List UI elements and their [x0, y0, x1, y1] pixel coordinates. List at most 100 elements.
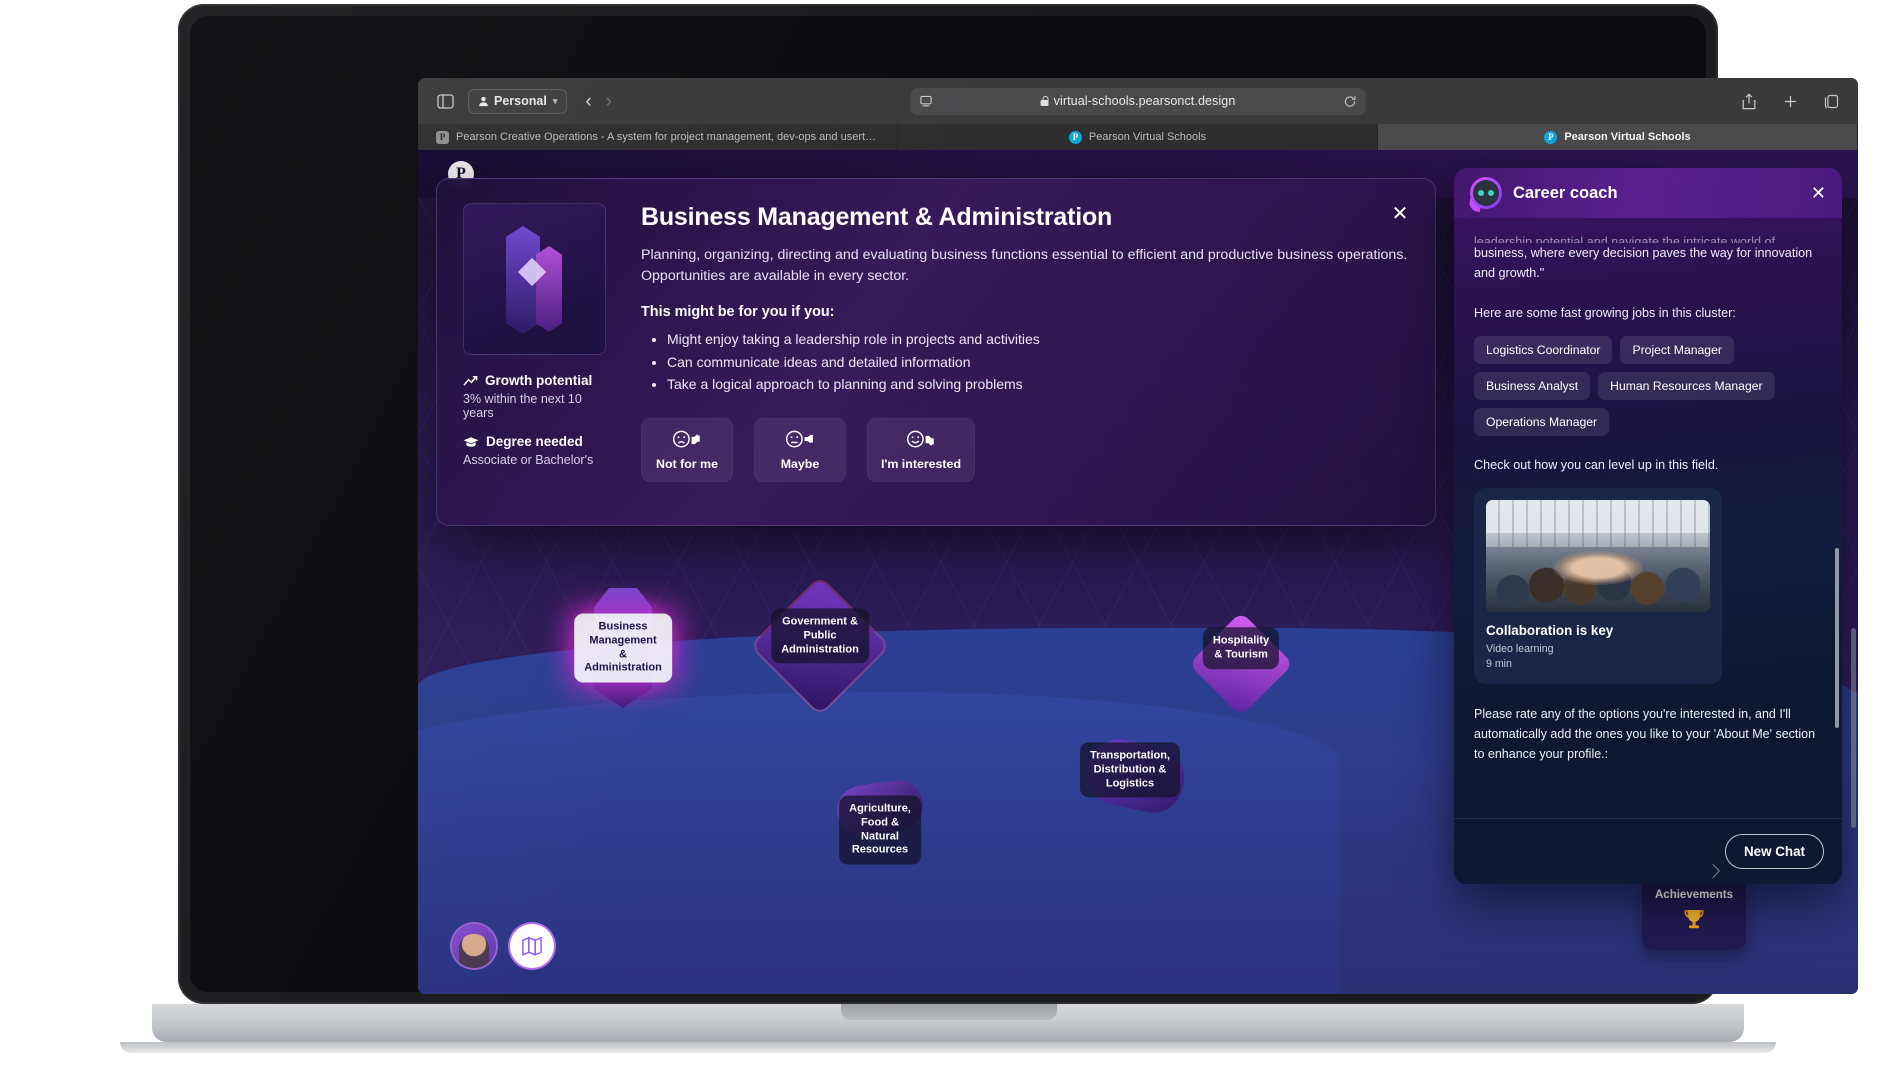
browser-toolbar: Personal ▾ ‹ › virtual-schools.pearsonct…	[418, 78, 1858, 124]
cluster-description: Planning, organizing, directing and eval…	[641, 247, 1408, 285]
meta-growth-potential: Growth potential 3% within the next 10 y…	[463, 373, 615, 420]
lock-icon	[1040, 96, 1049, 106]
modal-left-column: Growth potential 3% within the next 10 y…	[463, 203, 615, 501]
job-chip[interactable]: Project Manager	[1620, 336, 1734, 365]
rate-not-for-me-button[interactable]: Not for me	[641, 418, 733, 483]
profile-switcher-button[interactable]: Personal ▾	[468, 88, 568, 114]
url-text-wrap: virtual-schools.pearsonct.design	[911, 94, 1366, 108]
tab-title: Pearson Virtual Schools	[1088, 131, 1207, 143]
cluster-thumbnail	[463, 203, 606, 355]
coach-title: Career coach	[1513, 183, 1618, 202]
coach-message-clipped: leadership potential and navigate the in…	[1474, 235, 1776, 243]
rate-maybe-button[interactable]: Maybe	[754, 418, 846, 483]
laptop-screen: Personal ▾ ‹ › virtual-schools.pearsonct…	[190, 16, 1858, 994]
list-item: Take a logical approach to planning and …	[667, 373, 1409, 396]
map-button[interactable]	[510, 924, 554, 968]
map-icon	[522, 936, 542, 956]
video-type: Video learning	[1486, 642, 1554, 655]
tab-title: Pearson Virtual Schools	[1564, 131, 1691, 143]
rate-label: Maybe	[780, 457, 820, 472]
meta-value: 3% within the next 10 years	[463, 392, 582, 420]
laptop-base-notch	[840, 1004, 1057, 1020]
map-node-label-wrap[interactable]: Transportation, Distribution & Logistics	[1079, 742, 1181, 798]
avatar-face	[1473, 180, 1499, 206]
map-node-label-wrap[interactable]: Hospitality & Tourism	[1202, 627, 1280, 669]
rate-label: Not for me	[656, 457, 718, 472]
rate-interested-button[interactable]: I'm interested	[867, 418, 975, 483]
level-up-text: Check out how you can level up in this f…	[1474, 458, 1719, 473]
tab-favicon-icon: P	[436, 130, 449, 144]
meta-label: Degree needed	[486, 434, 583, 449]
coach-message-body[interactable]: leadership potential and navigate the in…	[1454, 218, 1842, 818]
eye-icon	[1488, 190, 1494, 196]
profile-label: Personal	[494, 94, 547, 108]
close-icon[interactable]: ✕	[1387, 201, 1413, 227]
job-chip[interactable]: Logistics Coordinator	[1474, 336, 1613, 365]
new-chat-button[interactable]: New Chat	[1724, 834, 1824, 869]
map-node-label: Agriculture, Food & Natural Resources	[839, 795, 921, 865]
chevron-down-icon: ▾	[552, 95, 558, 106]
map-node-label-wrap[interactable]: Government & Public Administration	[771, 608, 869, 664]
address-bar[interactable]: virtual-schools.pearsonct.design	[910, 87, 1366, 115]
rate-label: I'm interested	[880, 457, 962, 472]
jobs-section: Here are some fast growing jobs in this …	[1474, 303, 1822, 437]
job-chip[interactable]: Operations Manager	[1474, 408, 1610, 437]
neutral-face-thumb-side-icon	[785, 430, 813, 448]
cluster-meta: Growth potential 3% within the next 10 y…	[463, 373, 615, 467]
url-text: virtual-schools.pearsonct.design	[1053, 94, 1236, 108]
job-chip-list: Logistics Coordinator Project Manager Bu…	[1474, 336, 1822, 437]
video-card[interactable]: Collaboration is key Video learning 9 mi…	[1474, 487, 1722, 684]
graduation-cap-icon	[463, 436, 479, 447]
career-coach-panel: Career coach ✕ leadership potential and …	[1454, 168, 1842, 884]
list-item: Might enjoy taking a leadership role in …	[667, 328, 1409, 351]
close-icon[interactable]: ✕	[1811, 184, 1826, 202]
job-chip[interactable]: Human Resources Manager	[1598, 372, 1775, 401]
job-chip[interactable]: Business Analyst	[1474, 372, 1591, 401]
map-node-label-wrap[interactable]: Business Management & Administration	[574, 613, 672, 683]
map-bottom-controls	[452, 924, 554, 968]
avatar	[459, 934, 489, 968]
career-cluster-modal: Growth potential 3% within the next 10 y…	[436, 178, 1436, 526]
toolbar-right-group	[1738, 90, 1842, 112]
tab-strip: P Pearson Creative Operations - A system…	[418, 124, 1858, 150]
laptop-base-shadow	[120, 1042, 1776, 1053]
page-content: P Business Management & Administration G…	[418, 150, 1858, 994]
map-node-label: Transportation, Distribution & Logistics	[1079, 742, 1181, 798]
modal-right-column: ✕ Business Management & Administration P…	[615, 203, 1409, 501]
coach-scrollbar[interactable]	[1835, 548, 1839, 728]
tab-favicon-icon: P	[1068, 130, 1082, 144]
tab-overview-icon[interactable]	[1820, 90, 1842, 112]
happy-face-thumbs-up-icon	[906, 430, 934, 448]
fit-subtitle: This might be for you if you:	[641, 304, 835, 321]
browser-tab-3[interactable]: P Pearson Virtual Schools	[1378, 124, 1858, 150]
map-node-label: Hospitality & Tourism	[1202, 627, 1280, 669]
trophy-icon	[1684, 910, 1704, 929]
fit-bullet-list: Might enjoy taking a leadership role in …	[641, 328, 1409, 396]
browser-tab-2[interactable]: P Pearson Virtual Schools	[898, 124, 1378, 150]
eye-icon	[1478, 190, 1484, 196]
share-icon[interactable]	[1738, 90, 1760, 112]
page-scrollbar[interactable]	[1851, 628, 1856, 828]
back-button[interactable]: ‹	[585, 92, 591, 111]
jobs-intro: Here are some fast growing jobs in this …	[1474, 305, 1736, 320]
map-node-label-wrap[interactable]: Agriculture, Food & Natural Resources	[839, 795, 921, 865]
profile-avatar-button[interactable]	[452, 924, 496, 968]
video-duration: 9 min	[1486, 657, 1512, 670]
tab-favicon-icon: P	[1544, 130, 1558, 144]
list-item: Can communicate ideas and detailed infor…	[667, 351, 1409, 374]
browser-tab-1[interactable]: P Pearson Creative Operations - A system…	[418, 124, 898, 150]
tab-title: Pearson Creative Operations - A system f…	[456, 131, 879, 143]
page-title: Business Management & Administration	[641, 203, 1113, 231]
coach-closing-text: Please rate any of the options you're in…	[1474, 706, 1816, 762]
coach-footer: New Chat	[1454, 818, 1842, 884]
map-node-label: Government & Public Administration	[771, 608, 869, 664]
achievements-label: Achievements	[1655, 889, 1733, 901]
laptop-lid: Personal ▾ ‹ › virtual-schools.pearsonct…	[178, 4, 1858, 1004]
video-thumbnail	[1486, 499, 1710, 612]
video-title: Collaboration is key	[1486, 622, 1614, 638]
coach-message-rest: business, where every decision paves the…	[1474, 246, 1813, 281]
resize-handle[interactable]	[1705, 863, 1721, 879]
sidebar-toggle-icon[interactable]	[434, 90, 456, 112]
forward-button[interactable]: ›	[606, 92, 612, 111]
plus-icon[interactable]	[1779, 90, 1801, 112]
